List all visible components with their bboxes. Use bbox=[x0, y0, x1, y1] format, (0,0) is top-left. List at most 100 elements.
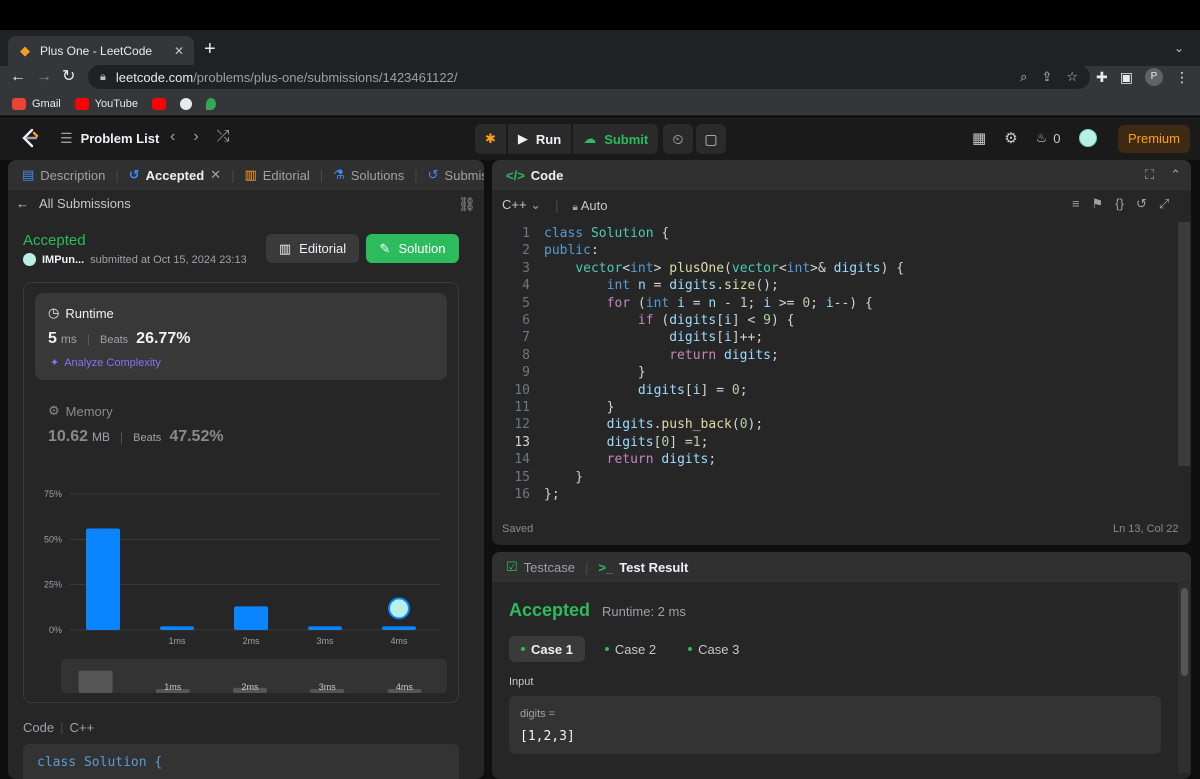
terminal-icon: >_ bbox=[598, 559, 614, 575]
case-tab-3[interactable]: Case 3 bbox=[676, 636, 751, 662]
analyze-complexity-link[interactable]: ✦ Analyze Complexity bbox=[50, 356, 161, 370]
collapse-chevron-icon[interactable]: ⌃ bbox=[1170, 167, 1181, 183]
bookmark-youtube-2[interactable] bbox=[151, 97, 166, 110]
address-bar[interactable]: 🔒︎ leetcode.com/problems/plus-one/submis… bbox=[88, 65, 1090, 89]
next-problem-icon[interactable]: › bbox=[193, 128, 198, 146]
code-line: return digits; bbox=[606, 452, 717, 468]
profile-avatar[interactable]: P bbox=[1144, 68, 1163, 86]
tab-solutions[interactable]: ⚗ Solutions bbox=[329, 167, 408, 183]
run-submit-group: ✱ ▶ Run ☁ Submit bbox=[475, 124, 659, 154]
line-number: 12 bbox=[514, 417, 530, 433]
tab-submissions[interactable]: ↺Submissions bbox=[424, 167, 484, 183]
streak-counter[interactable]: ♨ 0 bbox=[1036, 130, 1061, 146]
bookmark-icon[interactable]: ⚑ bbox=[1092, 196, 1104, 212]
minimap-label: 1ms bbox=[164, 682, 182, 692]
format-icon[interactable]: ≡ bbox=[1072, 196, 1080, 212]
submitted-time: submitted at Oct 15, 2024 23:13 bbox=[90, 253, 247, 266]
test-runtime: Runtime: 2 ms bbox=[602, 604, 686, 619]
minimap-label: 2ms bbox=[241, 682, 259, 692]
debug-bug-icon[interactable]: ✱ bbox=[475, 124, 506, 154]
bar bbox=[308, 626, 342, 630]
close-tab-icon[interactable]: ✕ bbox=[174, 44, 184, 58]
leetcode-logo-icon[interactable] bbox=[18, 127, 40, 149]
zoom-icon[interactable]: ⌕ bbox=[1020, 69, 1027, 85]
submit-button[interactable]: ☁ Submit bbox=[573, 124, 659, 154]
code-panel-header: </> Code ⛶ ⌃ bbox=[492, 160, 1191, 190]
test-result-summary: Accepted Runtime: 2 ms bbox=[509, 600, 686, 621]
copy-link-icon[interactable]: ⛓ bbox=[458, 196, 476, 213]
line-number: 4 bbox=[522, 278, 530, 294]
reload-icon[interactable]: ↻ bbox=[62, 68, 75, 86]
share-icon[interactable]: ⇪ bbox=[1041, 69, 1052, 85]
new-tab-icon[interactable]: + bbox=[204, 38, 216, 60]
browser-tab[interactable]: ◆ Plus One - LeetCode ✕ bbox=[8, 36, 194, 66]
bar bbox=[86, 528, 120, 630]
minimap-bar bbox=[78, 670, 113, 693]
timer-icon[interactable]: ⏲ bbox=[663, 124, 693, 154]
extensions-puzzle-icon[interactable]: ✚ bbox=[1096, 69, 1108, 86]
tab-accepted[interactable]: ↺ Accepted ✕ bbox=[125, 167, 225, 183]
code-line: digits[i] = 0; bbox=[637, 382, 748, 398]
code-line: digits.push_back(0); bbox=[606, 417, 764, 433]
line-number: 2 bbox=[522, 243, 530, 259]
prev-problem-icon[interactable]: ‹ bbox=[170, 128, 175, 146]
line-number: 7 bbox=[522, 330, 530, 346]
bar bbox=[382, 626, 416, 630]
case-tab-1[interactable]: Case 1 bbox=[509, 636, 585, 662]
code-tab[interactable]: </> Code bbox=[502, 168, 567, 183]
submitted-code-preview: class Solution { bbox=[23, 744, 459, 779]
test-status: Accepted bbox=[509, 600, 591, 620]
bookmark-maps[interactable] bbox=[205, 97, 216, 110]
case-tab-2[interactable]: Case 2 bbox=[593, 636, 668, 662]
code-editor[interactable]: 1 class Solution {2 public: 3 vector<int> p… bbox=[492, 222, 1177, 512]
solution-button[interactable]: ✎ Solution bbox=[366, 234, 459, 263]
braces-icon[interactable]: {} bbox=[1115, 196, 1124, 212]
flask-icon: ⚗ bbox=[333, 167, 345, 182]
shuffle-icon[interactable]: ⤮ bbox=[217, 128, 230, 146]
tab-test-result[interactable]: >_ Test Result bbox=[594, 560, 692, 575]
side-panel-icon[interactable]: ▣ bbox=[1120, 69, 1133, 86]
chart-range-minimap[interactable]: 1ms 2ms 3ms 4ms bbox=[61, 659, 447, 693]
username[interactable]: IMPun... bbox=[42, 254, 84, 266]
left-tabs: ▤ Description | ↺ Accepted ✕ | ▥ Editorial |… bbox=[8, 160, 484, 190]
tab-description[interactable]: ▤ Description bbox=[18, 167, 109, 183]
editor-scrollbar[interactable] bbox=[1178, 222, 1190, 466]
back-arrow-icon[interactable]: ← bbox=[10, 68, 26, 86]
tab-testcase[interactable]: ☑ Testcase bbox=[502, 559, 579, 575]
user-avatar[interactable] bbox=[1078, 129, 1097, 147]
premium-button[interactable]: Premium bbox=[1118, 125, 1190, 153]
browser-menu-icon[interactable]: ⋮ bbox=[1175, 69, 1189, 86]
editorial-button[interactable]: ▥ Editorial bbox=[266, 234, 359, 263]
history-icon: ↺ bbox=[128, 167, 140, 182]
bookmark-gmail[interactable]: Gmail bbox=[12, 97, 61, 110]
cursor-position: Ln 13, Col 22 bbox=[1113, 523, 1179, 535]
tab-search-chevron-icon[interactable]: ⌄ bbox=[1174, 41, 1184, 55]
document-icon: ▤ bbox=[22, 167, 35, 182]
all-submissions-link[interactable]: ← All Submissions bbox=[16, 196, 131, 211]
code-line: vector<int> plusOne(vector<int>& digits)… bbox=[575, 260, 905, 276]
maximize-icon[interactable]: ⛶ bbox=[1145, 167, 1154, 183]
forward-arrow-icon[interactable]: → bbox=[36, 68, 52, 86]
auto-mode[interactable]: 🔒︎ Auto bbox=[573, 198, 608, 213]
line-number: 10 bbox=[514, 382, 530, 398]
line-number: 5 bbox=[522, 295, 530, 311]
code-line: } bbox=[544, 469, 584, 485]
user-marker-avatar bbox=[388, 597, 410, 620]
close-tab-icon[interactable]: ✕ bbox=[210, 167, 221, 183]
bookmark-youtube[interactable]: YouTube bbox=[74, 97, 138, 110]
bookmark-chatgpt[interactable] bbox=[179, 97, 192, 110]
settings-gear-icon[interactable]: ⚙ bbox=[1004, 129, 1017, 147]
tab-editorial[interactable]: ▥ Editorial bbox=[240, 167, 313, 183]
problem-list-button[interactable]: ☰ Problem List bbox=[60, 130, 159, 147]
test-panel-scroll-thumb[interactable] bbox=[1181, 588, 1188, 676]
layout-grid-icon[interactable]: ▦ bbox=[972, 129, 986, 147]
memory-label[interactable]: ⚙ Memory bbox=[48, 403, 113, 419]
bookmark-star-icon[interactable]: ☆ bbox=[1066, 69, 1078, 85]
run-button[interactable]: ▶ Run bbox=[507, 124, 572, 154]
language-select[interactable]: C++ ⌄ bbox=[502, 197, 541, 213]
fullscreen-icon[interactable]: ⤢ bbox=[1159, 196, 1169, 212]
fire-icon: ♨ bbox=[1035, 130, 1048, 145]
code-line: digits[0] =1; bbox=[606, 434, 709, 450]
notes-icon[interactable]: ▢ bbox=[696, 124, 726, 154]
reset-icon[interactable]: ↺ bbox=[1136, 196, 1147, 212]
